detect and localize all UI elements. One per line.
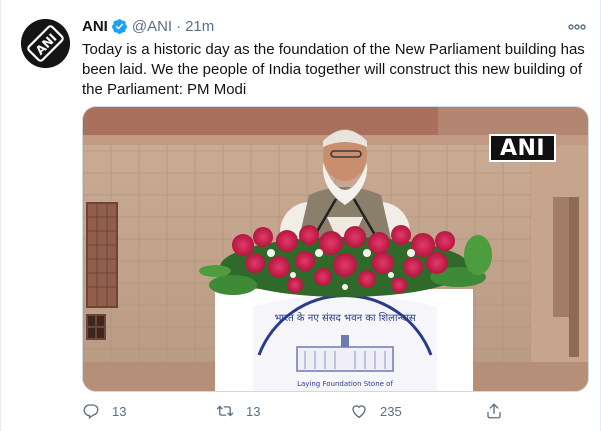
ani-watermark: ANI — [489, 134, 556, 162]
flower-arrangement — [199, 225, 492, 297]
tweet-card[interactable]: ANI ANI @ANI · 21m Today is a historic d… — [0, 0, 601, 431]
like-count: 235 — [380, 403, 402, 419]
header-separator: · — [176, 17, 182, 35]
podium-text-top: भारत के नए संसद भवन का शिलान्यास — [274, 312, 416, 324]
verified-badge-icon — [111, 18, 128, 35]
tweet-media-image[interactable]: भारत के नए संसद भवन का शिलान्यास Laying … — [82, 106, 589, 392]
reply-count: 13 — [112, 403, 127, 419]
tweet-header: ANI @ANI · 21m — [82, 16, 214, 36]
share-button[interactable] — [485, 398, 503, 424]
tweet-text: Today is a historic day as the foundatio… — [82, 41, 585, 98]
share-icon — [487, 403, 501, 419]
avatar[interactable]: ANI — [21, 19, 70, 68]
tweet-timestamp[interactable]: 21m — [185, 18, 214, 35]
retweet-icon — [216, 405, 234, 417]
reply-button[interactable]: 13 — [82, 398, 126, 424]
like-icon — [352, 405, 366, 419]
podium-text-bottom: Laying Foundation Stone of — [297, 380, 393, 388]
author-handle[interactable]: @ANI — [132, 18, 172, 35]
retweet-count: 13 — [246, 403, 261, 419]
more-options-icon[interactable] — [568, 18, 586, 36]
author-name[interactable]: ANI — [82, 18, 108, 35]
like-button[interactable]: 235 — [350, 398, 402, 424]
retweet-button[interactable]: 13 — [216, 398, 260, 424]
ani-logo-icon: ANI — [21, 19, 70, 68]
tweet-actions: 13 13 235 — [82, 398, 522, 424]
reply-icon — [83, 404, 99, 420]
